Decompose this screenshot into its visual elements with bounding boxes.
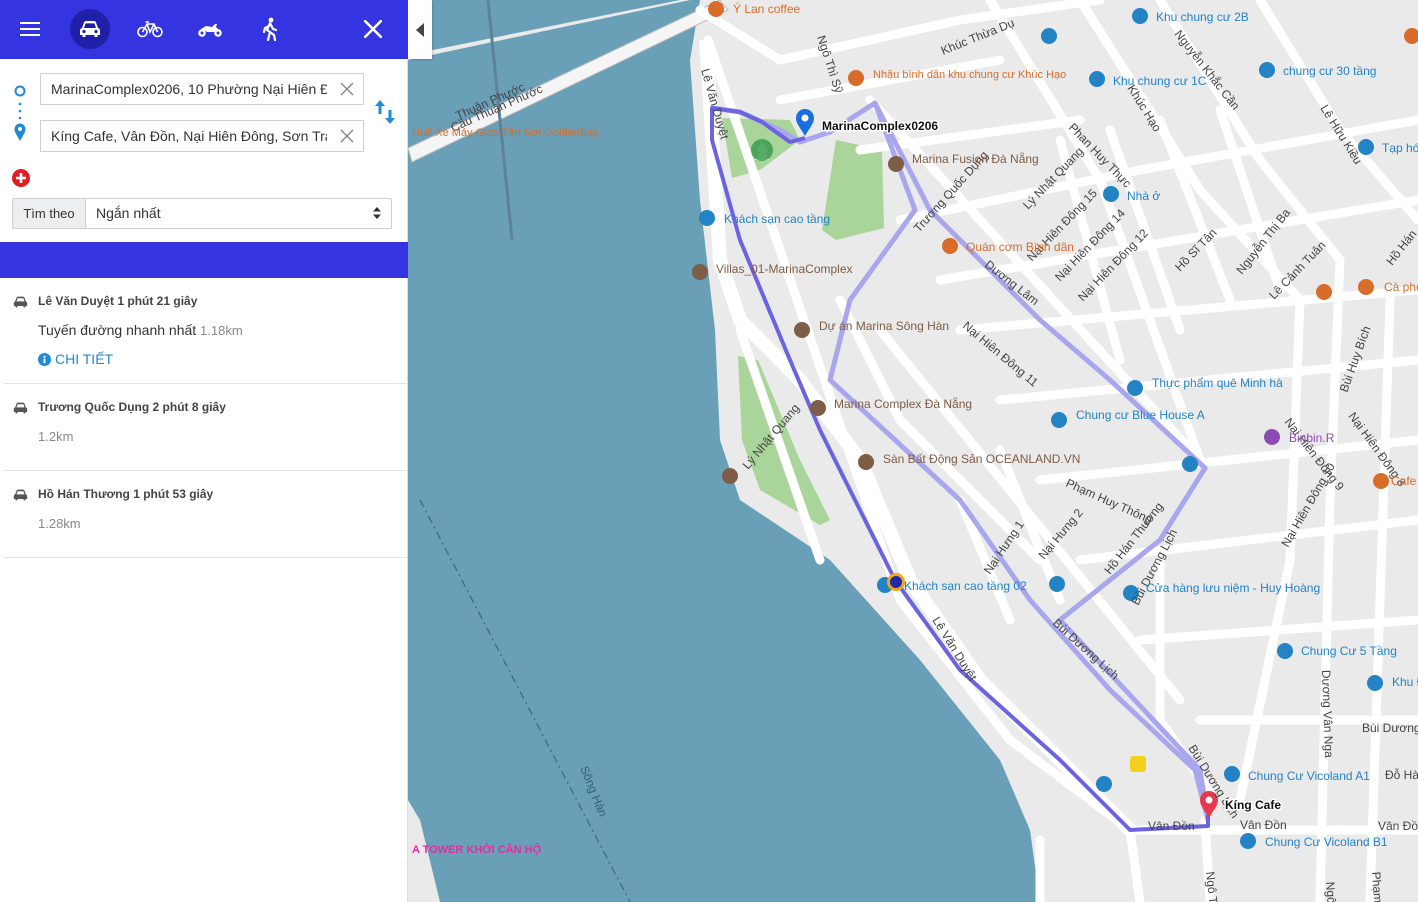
- svg-text:Chung Cư Vicoland B1: Chung Cư Vicoland B1: [1265, 835, 1388, 849]
- destination-field[interactable]: [40, 120, 364, 152]
- svg-text:Khu chung cư 1C: Khu chung cư 1C: [1113, 74, 1207, 88]
- collapse-panel-button[interactable]: [408, 0, 432, 59]
- swap-icon[interactable]: [374, 99, 396, 125]
- svg-text:Marina Fusion Đà Nẵng: Marina Fusion Đà Nẵng: [912, 151, 1039, 166]
- svg-text:Ý Lan coffee: Ý Lan coffee: [733, 1, 800, 16]
- svg-text:Villas_01-MarinaComplex: Villas_01-MarinaComplex: [716, 262, 853, 276]
- svg-text:Thực phẩm quê Minh hà: Thực phẩm quê Minh hà: [1152, 376, 1283, 390]
- mode-motorbike-button[interactable]: [190, 9, 230, 49]
- svg-text:Huế Xe Máy Giao Tận Nơi Golden: Huế Xe Máy Giao Tận Nơi GoldenBay: [412, 127, 599, 139]
- results-header-bar: [0, 242, 408, 278]
- route-distance: 1.28km: [38, 516, 81, 531]
- clear-destination-icon[interactable]: [339, 128, 355, 144]
- car-icon: [13, 489, 28, 501]
- destination-marker-label: Kíng Cafe: [1225, 798, 1281, 812]
- svg-text:Ngô: Ngô: [1323, 881, 1339, 902]
- add-waypoint-icon[interactable]: [12, 169, 30, 187]
- svg-text:Chung Cư 5 Tầng: Chung Cư 5 Tầng: [1301, 644, 1397, 658]
- route-title: Lê Văn Duyệt 1 phút 21 giây: [38, 294, 198, 308]
- route-points-icon: [14, 85, 26, 141]
- select-caret-icon: [373, 207, 381, 219]
- svg-text:Khách sạn cao tầng 02: Khách sạn cao tầng 02: [904, 579, 1027, 593]
- chevron-left-icon: [416, 22, 424, 37]
- origin-input[interactable]: [41, 74, 327, 104]
- close-icon: [364, 20, 382, 38]
- menu-icon: [20, 22, 40, 36]
- svg-text:chung cư 30 tầng: chung cư 30 tầng: [1283, 64, 1376, 78]
- svg-text:Chung Cư Vicoland A1: Chung Cư Vicoland A1: [1248, 769, 1370, 783]
- map-view[interactable]: Cầu Thuận Phước Thuận Phước Lê Văn Duyệt…: [408, 0, 1418, 902]
- info-icon: [38, 352, 51, 366]
- mode-car-button[interactable]: [70, 9, 110, 49]
- route-option-3[interactable]: Hồ Hán Thương 1 phút 53 giây 1.28km: [4, 471, 408, 558]
- mode-bicycle-button[interactable]: [130, 9, 170, 49]
- destination-input[interactable]: [41, 121, 327, 151]
- svg-text:Dự án Marina Sông Hàn: Dự án Marina Sông Hàn: [819, 319, 949, 333]
- svg-text:Chung cư Blue House A: Chung cư Blue House A: [1076, 408, 1205, 422]
- route-form: Tìm theo Ngắn nhất: [0, 59, 408, 242]
- route-option-2[interactable]: Trương Quốc Dụng 2 phút 8 giây 1.2km: [4, 384, 408, 471]
- svg-text:Marina Complex Đà Nẵng: Marina Complex Đà Nẵng: [834, 396, 972, 411]
- map-canvas[interactable]: Cầu Thuận Phước Thuận Phước Lê Văn Duyệt…: [408, 0, 1418, 902]
- svg-text:Tạp hóa: Tạp hóa: [1382, 141, 1418, 155]
- route-preference-select[interactable]: Tìm theo Ngắn nhất: [12, 198, 392, 229]
- close-button[interactable]: [353, 9, 393, 49]
- route-detail-link[interactable]: CHI TIẾT: [38, 351, 113, 367]
- origin-marker-label: MarinaComplex0206: [822, 119, 938, 133]
- car-icon: [80, 21, 100, 37]
- svg-text:Binbin.R: Binbin.R: [1289, 431, 1335, 445]
- svg-text:Cửa hàng lưu niệm - Huy Hoàng: Cửa hàng lưu niệm - Huy Hoàng: [1146, 581, 1320, 595]
- svg-text:Quán cơm Bình dân: Quán cơm Bình dân: [966, 240, 1074, 254]
- car-icon: [13, 296, 28, 308]
- route-preference-value[interactable]: Ngắn nhất: [86, 199, 391, 228]
- route-detail-label: CHI TIẾT: [55, 351, 114, 367]
- svg-text:Vân Đồn: Vân Đồn: [1148, 819, 1195, 833]
- route-distance: 1.2km: [38, 429, 74, 444]
- svg-text:Khu Đẳng: Khu Đẳng: [1392, 674, 1418, 689]
- svg-text:Nhậu bình dân khu chung cư Khú: Nhậu bình dân khu chung cư Khúc Hạo: [873, 69, 1066, 81]
- route-title: Hồ Hán Thương 1 phút 53 giây: [38, 487, 214, 501]
- bicycle-icon: [137, 21, 163, 38]
- origin-field[interactable]: [40, 73, 364, 105]
- route-option-1[interactable]: Lê Văn Duyệt 1 phút 21 giây Tuyến đường …: [4, 278, 408, 384]
- svg-text:Đỗ Hành: Đỗ Hành: [1385, 767, 1418, 782]
- current-position-marker: [887, 573, 905, 591]
- svg-text:Bùi Dương: Bùi Dương: [1362, 721, 1418, 735]
- svg-text:Cafe: Cafe: [1391, 474, 1417, 488]
- clear-origin-icon[interactable]: [339, 81, 355, 97]
- route-title: Trương Quốc Dụng 2 phút 8 giây: [38, 400, 226, 414]
- mode-walk-button[interactable]: [250, 9, 290, 49]
- motorbike-icon: [198, 24, 222, 37]
- mode-toolbar: [0, 0, 408, 59]
- svg-text:Vân Đồn: Vân Đồn: [1240, 818, 1287, 832]
- svg-text:Khu chung cư 2B: Khu chung cư 2B: [1156, 10, 1249, 24]
- find-by-label: Tìm theo: [13, 199, 86, 228]
- svg-text:Nhà ở: Nhà ở: [1127, 189, 1160, 203]
- svg-text:A TOWER KHỞI CĂN HỘ: A TOWER KHỞI CĂN HỘ: [412, 843, 542, 856]
- route-tag: Tuyến đường nhanh nhất: [38, 322, 197, 338]
- svg-text:Khách sạn cao tầng: Khách sạn cao tầng: [724, 212, 830, 226]
- svg-text:Cà phê: Cà phê: [1384, 280, 1418, 294]
- svg-text:Vân Đồn: Vân Đồn: [1378, 819, 1418, 833]
- car-icon: [13, 402, 28, 414]
- route-distance: 1.18km: [200, 323, 243, 338]
- route-subtitle: Tuyến đường nhanh nhất 1.18km: [38, 322, 243, 338]
- walk-icon: [262, 17, 278, 41]
- directions-panel: Tìm theo Ngắn nhất Lê Văn Duyệt 1 phút 2…: [0, 0, 408, 902]
- svg-text:Sàn Bất Động Sản OCEANLAND.VN: Sàn Bất Động Sản OCEANLAND.VN: [883, 452, 1080, 466]
- menu-button[interactable]: [10, 9, 50, 49]
